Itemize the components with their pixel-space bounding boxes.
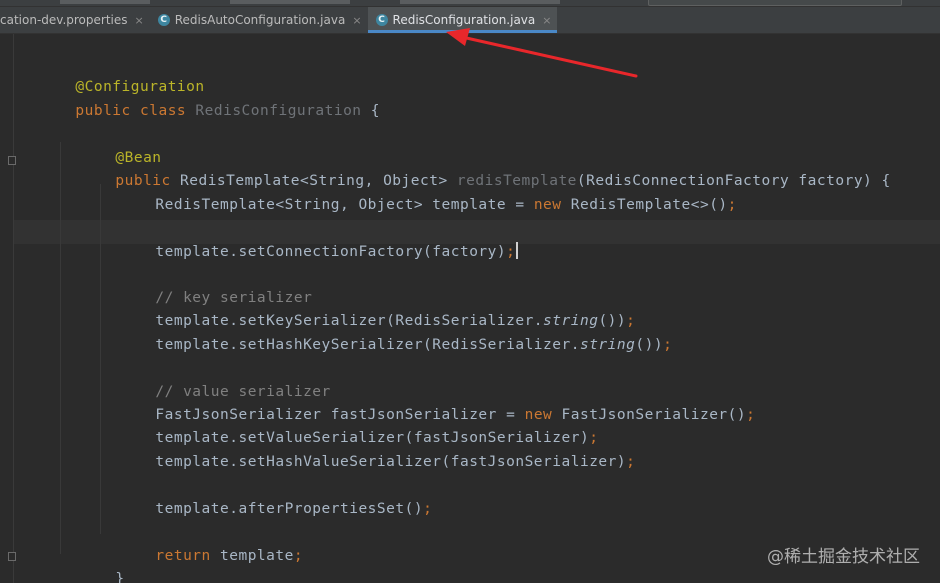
arrow-head: [446, 28, 470, 46]
annotation-arrow: [446, 28, 638, 78]
watermark: @稀土掘金技术社区: [767, 547, 920, 567]
arrow-shaft: [460, 35, 638, 78]
